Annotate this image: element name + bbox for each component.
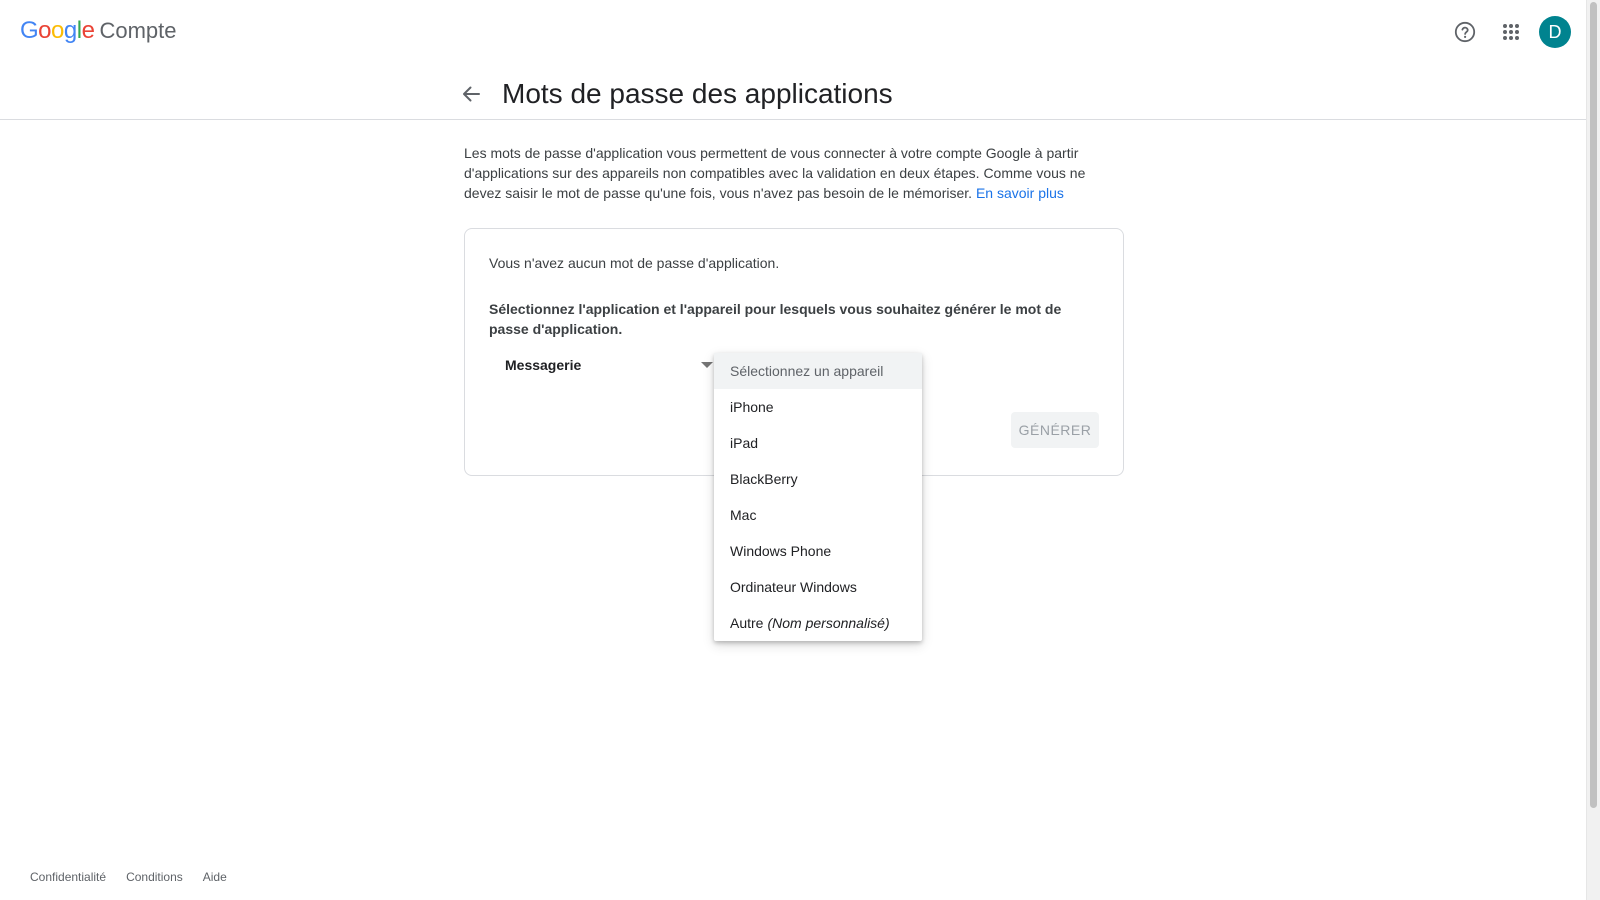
device-option-placeholder[interactable]: Sélectionnez un appareil xyxy=(714,353,922,389)
page-title: Mots de passe des applications xyxy=(502,78,893,109)
scrollbar-thumb[interactable] xyxy=(1590,2,1597,808)
google-wordmark: Google xyxy=(20,17,95,45)
generate-button[interactable]: GÉNÉRER xyxy=(1011,412,1099,448)
help-link[interactable]: Aide xyxy=(203,870,227,884)
header-actions: D xyxy=(1445,14,1587,50)
page-header: Mots de passe des applications xyxy=(460,72,893,116)
terms-link[interactable]: Conditions xyxy=(126,870,183,884)
device-option-mac[interactable]: Mac xyxy=(714,497,922,533)
device-option-other[interactable]: Autre (Nom personnalisé) xyxy=(714,605,922,641)
privacy-link[interactable]: Confidentialité xyxy=(30,870,106,884)
empty-state-text: Vous n'avez aucun mot de passe d'applica… xyxy=(489,255,780,271)
google-wordmark-letter: e xyxy=(81,17,95,44)
vertical-scrollbar[interactable] xyxy=(1586,0,1600,900)
device-dropdown-menu: Sélectionnez un appareil iPhone iPad Bla… xyxy=(714,353,922,641)
device-option-windows-phone[interactable]: Windows Phone xyxy=(714,533,922,569)
google-wordmark-letter: G xyxy=(20,17,39,44)
google-wordmark-letter: o xyxy=(38,17,52,44)
google-wordmark-letter: o xyxy=(51,17,64,44)
apps-button[interactable] xyxy=(1491,12,1531,52)
learn-more-link[interactable]: En savoir plus xyxy=(976,185,1064,201)
app-select[interactable]: Messagerie xyxy=(489,347,719,383)
header-divider xyxy=(0,119,1587,120)
device-option-other-label: Autre xyxy=(730,615,764,631)
page: Google Compte D Mots de passe des applic… xyxy=(0,0,1600,900)
google-wordmark-letter: g xyxy=(63,17,77,44)
app-select-value: Messagerie xyxy=(505,357,582,373)
top-bar: Google Compte D xyxy=(0,0,1587,64)
device-option-ipad[interactable]: iPad xyxy=(714,425,922,461)
instruction-text: Sélectionnez l'application et l'appareil… xyxy=(489,301,1062,337)
arrow-back-icon xyxy=(463,86,480,102)
help-circle-icon xyxy=(1454,21,1476,43)
google-account-logo[interactable]: Google Compte xyxy=(20,17,177,45)
apps-grid-icon xyxy=(1503,24,1519,40)
device-option-windows-computer[interactable]: Ordinateur Windows xyxy=(714,569,922,605)
back-button[interactable] xyxy=(455,78,487,110)
page-description: Les mots de passe d'application vous per… xyxy=(464,143,1114,203)
device-option-iphone[interactable]: iPhone xyxy=(714,389,922,425)
device-option-other-hint: (Nom personnalisé) xyxy=(767,615,890,631)
device-option-blackberry[interactable]: BlackBerry xyxy=(714,461,922,497)
brand-product-name: Compte xyxy=(99,18,177,43)
help-button[interactable] xyxy=(1445,12,1485,52)
avatar[interactable]: D xyxy=(1539,16,1571,48)
avatar-letter: D xyxy=(1548,21,1562,42)
chevron-down-icon xyxy=(701,362,713,368)
footer: Confidentialité Conditions Aide xyxy=(30,870,247,884)
